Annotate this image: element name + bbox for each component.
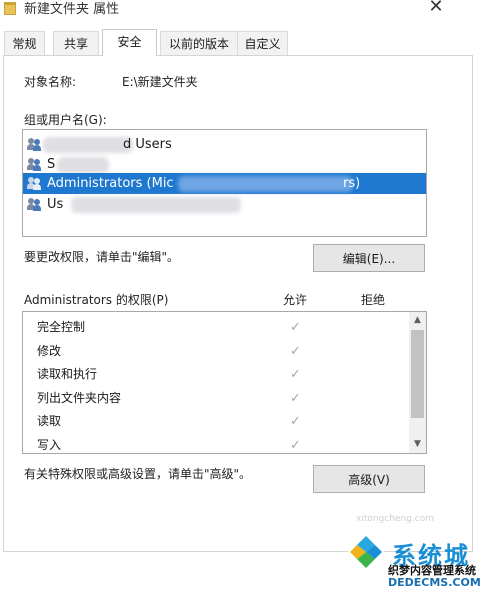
table-row: 读取和执行 ✓ <box>23 363 408 387</box>
edit-hint: 要更改权限，请单击"编辑"。 <box>24 250 180 264</box>
advanced-hint: 有关特殊权限或高级设置，请单击"高级"。 <box>24 467 252 481</box>
tab-security[interactable]: 安全 <box>102 29 157 56</box>
allow-check-icon: ✓ <box>290 367 301 382</box>
watermark-line2: DEDECMS.COM <box>388 576 481 589</box>
watermark-url: xitongcheng.com <box>356 514 434 524</box>
table-row: 读取 ✓ <box>23 410 408 434</box>
user-label: Administrators (Mic <box>47 176 174 191</box>
permissions-list: 完全控制 ✓ 修改 ✓ 读取和执行 ✓ 列出文件夹内容 ✓ 读取 ✓ 写入 ✓ … <box>22 311 427 454</box>
scroll-down-icon[interactable]: ▼ <box>409 436 426 453</box>
allow-check-icon: ✓ <box>290 437 301 453</box>
close-icon[interactable]: ✕ <box>425 0 447 18</box>
allow-check-icon: ✓ <box>290 390 301 406</box>
windows-logo-icon <box>348 534 384 570</box>
permission-name: 修改 <box>37 343 62 358</box>
table-row: 列出文件夹内容 ✓ <box>23 387 408 411</box>
tab-general[interactable]: 常规 <box>4 31 45 55</box>
table-row: 写入 ✓ <box>23 434 408 454</box>
permission-name: 读取 <box>37 414 62 428</box>
advanced-button[interactable]: 高级(V) <box>313 465 425 493</box>
table-row: 完全控制 ✓ <box>23 316 408 340</box>
user-label: S <box>47 157 56 172</box>
permission-name: 列出文件夹内容 <box>37 390 122 405</box>
redacted-blur <box>178 176 353 192</box>
user-label-tail: rs) <box>343 176 361 191</box>
user-label: Us <box>47 197 64 212</box>
redacted-blur <box>43 137 133 153</box>
list-item[interactable]: S <box>23 154 426 175</box>
list-item[interactable]: Us <box>23 194 426 215</box>
deny-header: 拒绝 <box>361 293 386 307</box>
user-list[interactable]: d Users S Administrators (Mic rs) Us <box>22 129 427 237</box>
list-item[interactable]: d Users <box>23 134 426 155</box>
user-label: d Users <box>123 137 172 152</box>
users-icon <box>27 138 44 151</box>
users-icon <box>27 177 44 190</box>
permission-name: 读取和执行 <box>37 367 98 381</box>
redacted-blur <box>71 197 241 213</box>
edit-button[interactable]: 编辑(E)... <box>313 244 425 272</box>
redacted-blur <box>57 157 109 173</box>
users-icon <box>27 198 44 211</box>
object-name-value: E:\新建文件夹 <box>122 75 198 89</box>
users-icon <box>27 158 44 171</box>
permission-name: 完全控制 <box>37 320 86 334</box>
table-row: 修改 ✓ <box>23 340 408 364</box>
tab-previous-versions[interactable]: 以前的版本 <box>160 31 238 55</box>
permission-name: 写入 <box>37 437 62 452</box>
list-item-selected[interactable]: Administrators (Mic rs) <box>23 173 426 194</box>
permissions-title: Administrators 的权限(P) <box>24 293 169 307</box>
window-title: 新建文件夹 属性 <box>24 2 120 17</box>
allow-check-icon: ✓ <box>290 343 301 359</box>
groups-label: 组或用户名(G): <box>24 113 107 127</box>
allow-check-icon: ✓ <box>290 414 301 429</box>
allow-check-icon: ✓ <box>290 320 301 335</box>
scroll-thumb[interactable] <box>411 330 424 418</box>
scroll-up-icon[interactable]: ▲ <box>409 312 426 329</box>
tab-sharing[interactable]: 共享 <box>53 31 99 55</box>
object-name-label: 对象名称: <box>24 75 77 89</box>
scrollbar[interactable]: ▲ ▼ <box>409 312 426 453</box>
allow-header: 允许 <box>283 293 308 307</box>
tab-customize[interactable]: 自定义 <box>237 31 288 55</box>
folder-icon <box>4 2 16 15</box>
